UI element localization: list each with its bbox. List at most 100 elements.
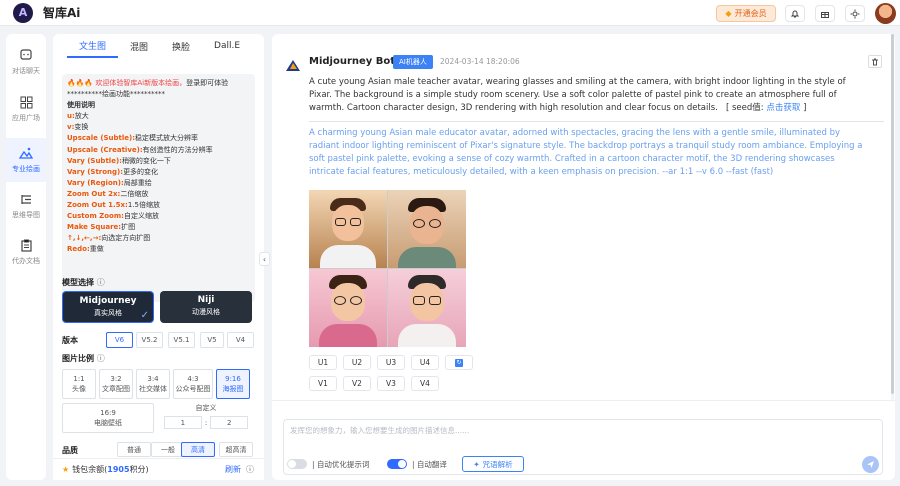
seed-link[interactable]: 点击获取: [766, 103, 800, 113]
version-v5[interactable]: V5: [200, 332, 224, 348]
nav-apps[interactable]: 应用广场: [6, 89, 46, 129]
prompt-input[interactable]: 发挥您的想象力，输入您想要生成的图片描述信息......: [290, 425, 469, 436]
ratio-3-4[interactable]: 3:4 社交媒体: [136, 369, 170, 399]
notice-key: Upscale (Creative):: [67, 145, 143, 154]
notice-row: v:变换: [67, 122, 250, 133]
upscale-4-button[interactable]: U4: [411, 355, 439, 370]
notice-login: 登录即可体验: [186, 79, 229, 87]
user-avatar[interactable]: [875, 3, 896, 24]
model-sub: 真实风格: [94, 309, 122, 317]
image-4[interactable]: [388, 269, 466, 347]
logo[interactable]: A: [13, 2, 33, 23]
refresh-icon: ↻: [455, 358, 463, 367]
vary-3-button[interactable]: V3: [377, 376, 405, 391]
vip-label: 开通会员: [734, 9, 767, 18]
check-icon: ✓: [140, 310, 149, 321]
notice-row: Zoom Out 2x:二倍缩放: [67, 189, 250, 200]
notice-key: Vary (Region):: [67, 178, 124, 187]
upscale-1-button[interactable]: U1: [309, 355, 337, 370]
seed-label: [ seed值:: [725, 103, 764, 113]
collapse-handle[interactable]: ‹: [259, 252, 270, 266]
ratio-3-2[interactable]: 3:2 文章配图: [99, 369, 133, 399]
notice-key: Zoom Out 2x:: [67, 189, 121, 198]
toggle-optimize[interactable]: [287, 459, 307, 469]
image-2[interactable]: [388, 190, 466, 268]
gift-button[interactable]: [815, 5, 835, 22]
notice-row: Vary (Region):局部重绘: [67, 178, 250, 189]
refresh-link[interactable]: 刷新: [225, 464, 241, 475]
toggle-translate[interactable]: [387, 459, 407, 469]
generated-image-grid[interactable]: [309, 190, 466, 347]
notice-value: 向选定方向扩图: [101, 234, 151, 243]
vary-4-button[interactable]: V4: [411, 376, 439, 391]
tab-text-to-image[interactable]: 文生图: [67, 34, 119, 58]
ratio-16-9[interactable]: 16:9 电脑壁纸: [62, 403, 154, 433]
notice-value: 二倍缩放: [120, 189, 149, 198]
tab-blend[interactable]: 混图: [118, 34, 160, 58]
diamond-icon: ◆: [725, 9, 732, 18]
nav-label: 思维导图: [12, 210, 40, 219]
quality-uhd[interactable]: 超高清: [219, 442, 253, 457]
bell-button[interactable]: [785, 5, 805, 22]
image-3[interactable]: [309, 269, 387, 347]
nav-label: 对话聊天: [12, 67, 40, 75]
prompt-text: A cute young Asian male teacher avatar, …: [309, 76, 864, 115]
version-v52[interactable]: V5.2: [136, 332, 163, 348]
notice-row: Zoom Out 1.5x:1.5倍缩放: [67, 200, 250, 211]
notice-value: 变换: [74, 123, 89, 132]
theme-button[interactable]: [845, 5, 865, 22]
custom-height-input[interactable]: 2: [210, 416, 249, 429]
tab-dalle[interactable]: Dall.E: [202, 34, 252, 58]
upscale-2-button[interactable]: U2: [343, 355, 371, 370]
vary-2-button[interactable]: V2: [343, 376, 371, 391]
vary-1-button[interactable]: V1: [309, 376, 337, 391]
ratio-1-1[interactable]: 1:1 头像: [62, 369, 96, 399]
paint-icon: [19, 147, 33, 159]
notice-row: Upscale (Subtle):稳定模式放大分辨率: [67, 133, 250, 144]
tab-face-swap[interactable]: 换脸: [160, 34, 202, 58]
prompt-input-box[interactable]: 发挥您的想象力，输入您想要生成的图片描述信息......: [283, 419, 883, 475]
nav-mindmap[interactable]: 思维导图: [6, 186, 46, 226]
notice-value: 1.5倍缩放: [127, 201, 160, 210]
notice-value: 局部重绘: [123, 178, 152, 187]
scrollbar-track[interactable]: [891, 34, 894, 400]
notice-key: Redo:: [67, 245, 90, 254]
model-niji[interactable]: Niji 动漫风格: [160, 291, 252, 323]
ratio-4-3[interactable]: 4:3 公众号配图: [173, 369, 213, 399]
clipboard-icon: [20, 239, 32, 252]
ratio-9-16[interactable]: 9:16 海报图: [216, 369, 250, 399]
model-midjourney[interactable]: Midjourney 真实风格 ✓: [62, 291, 154, 323]
reroll-button[interactable]: ↻: [445, 355, 473, 370]
notice-key: Custom Zoom:: [67, 212, 124, 221]
gift-icon: [821, 11, 829, 18]
vip-button[interactable]: ◆ 开通会员: [716, 5, 776, 22]
nav-docs[interactable]: 代办文档: [6, 232, 46, 272]
send-button[interactable]: [862, 456, 879, 473]
notice-key: Make Square:: [67, 223, 122, 232]
nav-chat[interactable]: 对话聊天: [6, 42, 46, 82]
model-title: 模型选择 ⓘ: [62, 278, 105, 287]
notice-heading: 使用说明: [67, 101, 95, 110]
quality-title: 品质: [62, 446, 78, 455]
version-v51[interactable]: V5.1: [168, 332, 195, 348]
version-v4[interactable]: V4: [227, 332, 254, 348]
notice-value: 稳定模式放大分辨率: [135, 134, 199, 143]
delete-button[interactable]: [868, 55, 882, 68]
quality-hd[interactable]: 高清: [181, 442, 215, 457]
spell-parse-button[interactable]: ✦ 咒语解析: [462, 456, 524, 472]
nav-paint[interactable]: 专业绘画: [6, 138, 46, 182]
ai-badge: AI机器人: [393, 55, 433, 69]
upscale-3-button[interactable]: U3: [377, 355, 405, 370]
version-title: 版本: [62, 336, 78, 345]
custom-width-input[interactable]: 1: [163, 416, 202, 429]
divider: [309, 121, 884, 122]
image-1[interactable]: [309, 190, 387, 268]
quality-medium[interactable]: 一般: [151, 442, 185, 457]
quality-normal[interactable]: 普通: [117, 442, 151, 457]
notice-value: 扩图: [121, 223, 136, 232]
mindmap-icon: [20, 194, 31, 204]
scrollbar-thumb[interactable]: [891, 34, 894, 394]
notice-value: 更多的变化: [123, 167, 159, 176]
notice-key: Zoom Out 1.5x:: [67, 201, 128, 210]
version-v6[interactable]: V6: [106, 332, 133, 348]
